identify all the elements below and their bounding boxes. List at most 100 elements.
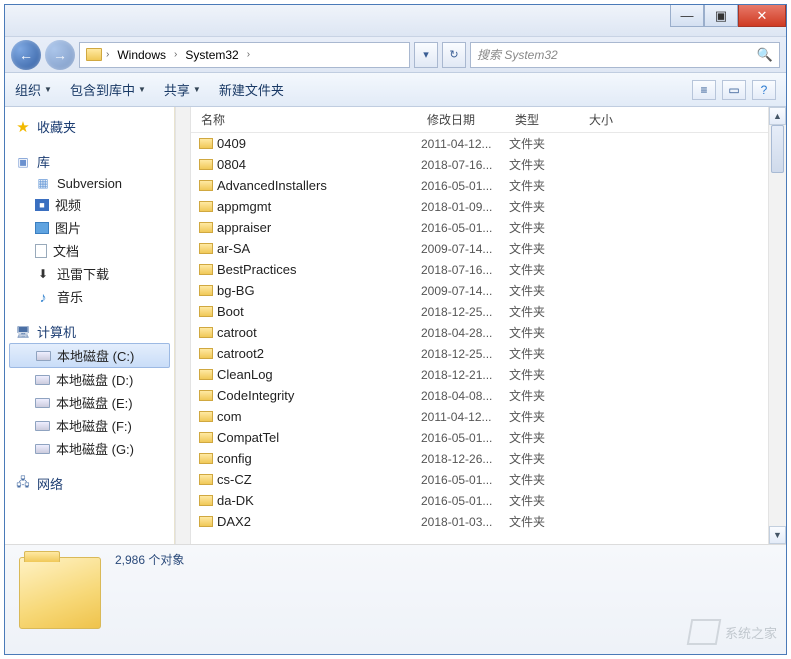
- sidebar-item-music[interactable]: ♪音乐: [5, 285, 174, 308]
- folder-preview-icon: [19, 557, 101, 629]
- breadcrumb-dropdown[interactable]: ▾: [414, 42, 438, 68]
- folder-icon: [199, 390, 213, 401]
- folder-icon: [199, 264, 213, 275]
- sidebar-item-label: 本地磁盘 (C:): [57, 346, 134, 365]
- sidebar-item-drive[interactable]: 本地磁盘 (G:): [5, 437, 174, 460]
- include-in-library-menu[interactable]: 包含到库中▼: [70, 80, 146, 99]
- sidebar-scrollbar[interactable]: [175, 107, 191, 544]
- search-input[interactable]: 搜索 System32 🔍: [470, 42, 780, 68]
- folder-icon: [199, 243, 213, 254]
- table-row[interactable]: CompatTel2016-05-01...文件夹: [195, 427, 768, 448]
- file-list[interactable]: 04092011-04-12...文件夹08042018-07-16...文件夹…: [191, 133, 768, 544]
- breadcrumb-segment[interactable]: System32: [181, 48, 242, 62]
- table-row[interactable]: catroot22018-12-25...文件夹: [195, 343, 768, 364]
- scroll-thumb[interactable]: [771, 125, 784, 173]
- explorer-window: — ▣ ✕ ← → › Windows › System32 › ▾ ↻ 搜索 …: [4, 4, 787, 655]
- file-list-pane: 名称 修改日期 类型 大小 04092011-04-12...文件夹080420…: [191, 107, 768, 544]
- preview-pane-button[interactable]: ▭: [722, 80, 746, 100]
- maximize-button[interactable]: ▣: [704, 5, 738, 27]
- view-mode-button[interactable]: ≡: [692, 80, 716, 100]
- sub-icon: ▦: [35, 175, 51, 191]
- vertical-scrollbar[interactable]: ▲ ▼: [768, 107, 786, 544]
- folder-icon: [199, 201, 213, 212]
- folder-icon: [199, 411, 213, 422]
- sidebar-item-label: 本地磁盘 (E:): [56, 393, 133, 412]
- table-row[interactable]: DAX22018-01-03...文件夹: [195, 511, 768, 532]
- table-row[interactable]: AdvancedInstallers2016-05-01...文件夹: [195, 175, 768, 196]
- status-text: 2,986 个对象: [115, 551, 184, 568]
- help-button[interactable]: ?: [752, 80, 776, 100]
- chevron-right-icon[interactable]: ›: [172, 49, 179, 60]
- scroll-down-button[interactable]: ▼: [769, 526, 786, 544]
- column-header-name[interactable]: 名称: [195, 111, 421, 128]
- table-row[interactable]: appraiser2016-05-01...文件夹: [195, 217, 768, 238]
- table-row[interactable]: cs-CZ2016-05-01...文件夹: [195, 469, 768, 490]
- folder-icon: [199, 285, 213, 296]
- network-icon: 🖧: [15, 476, 31, 492]
- table-row[interactable]: 04092011-04-12...文件夹: [195, 133, 768, 154]
- sidebar-favorites[interactable]: ★收藏夹: [5, 115, 174, 138]
- sidebar-computer[interactable]: 🖥计算机: [5, 320, 174, 343]
- table-row[interactable]: CleanLog2018-12-21...文件夹: [195, 364, 768, 385]
- file-name: cs-CZ: [217, 472, 421, 487]
- chevron-right-icon[interactable]: ›: [245, 49, 252, 60]
- breadcrumb-segment[interactable]: Windows: [113, 48, 170, 62]
- folder-icon: [199, 474, 213, 485]
- forward-button[interactable]: →: [45, 40, 75, 70]
- watermark: 系统之家: [689, 619, 777, 645]
- sidebar-item-dl[interactable]: ⬇迅雷下载: [5, 262, 174, 285]
- sidebar-item-img[interactable]: 图片: [5, 216, 174, 239]
- toolbar: 组织▼ 包含到库中▼ 共享▼ 新建文件夹 ≡ ▭ ?: [5, 73, 786, 107]
- file-type: 文件夹: [509, 240, 583, 257]
- column-header-type[interactable]: 类型: [509, 111, 583, 128]
- table-row[interactable]: com2011-04-12...文件夹: [195, 406, 768, 427]
- sidebar-item-drive[interactable]: 本地磁盘 (E:): [5, 391, 174, 414]
- sidebar-item-doc[interactable]: 文档: [5, 239, 174, 262]
- table-row[interactable]: CodeIntegrity2018-04-08...文件夹: [195, 385, 768, 406]
- sidebar-item-sub[interactable]: ▦Subversion: [5, 173, 174, 193]
- sidebar-network[interactable]: 🖧网络: [5, 472, 174, 495]
- sidebar-item-label: 本地磁盘 (G:): [56, 439, 134, 458]
- share-menu[interactable]: 共享▼: [164, 80, 201, 99]
- vid-icon: ■: [35, 199, 49, 211]
- file-date: 2009-07-14...: [421, 242, 509, 256]
- file-name: catroot: [217, 325, 421, 340]
- close-button[interactable]: ✕: [738, 5, 786, 27]
- navigation-pane: ★收藏夹 ▣库 ▦Subversion■视频图片文档⬇迅雷下载♪音乐 🖥计算机 …: [5, 107, 175, 544]
- file-type: 文件夹: [509, 282, 583, 299]
- file-type: 文件夹: [509, 366, 583, 383]
- file-name: da-DK: [217, 493, 421, 508]
- column-header-size[interactable]: 大小: [583, 111, 653, 128]
- table-row[interactable]: 08042018-07-16...文件夹: [195, 154, 768, 175]
- table-row[interactable]: da-DK2016-05-01...文件夹: [195, 490, 768, 511]
- table-row[interactable]: Boot2018-12-25...文件夹: [195, 301, 768, 322]
- organize-menu[interactable]: 组织▼: [15, 80, 52, 99]
- minimize-button[interactable]: —: [670, 5, 704, 27]
- sidebar-item-vid[interactable]: ■视频: [5, 193, 174, 216]
- search-icon[interactable]: 🔍: [757, 47, 773, 63]
- sidebar-item-label: 图片: [55, 218, 81, 237]
- table-row[interactable]: BestPractices2018-07-16...文件夹: [195, 259, 768, 280]
- sidebar-libraries[interactable]: ▣库: [5, 150, 174, 173]
- file-type: 文件夹: [509, 177, 583, 194]
- folder-icon: [199, 495, 213, 506]
- back-button[interactable]: ←: [11, 40, 41, 70]
- drive-icon: [35, 398, 50, 408]
- file-date: 2016-05-01...: [421, 179, 509, 193]
- sidebar-item-drive[interactable]: 本地磁盘 (C:): [9, 343, 170, 368]
- titlebar[interactable]: — ▣ ✕: [5, 5, 786, 37]
- scroll-up-button[interactable]: ▲: [769, 107, 786, 125]
- sidebar-item-drive[interactable]: 本地磁盘 (F:): [5, 414, 174, 437]
- breadcrumb[interactable]: › Windows › System32 ›: [79, 42, 410, 68]
- table-row[interactable]: catroot2018-04-28...文件夹: [195, 322, 768, 343]
- table-row[interactable]: config2018-12-26...文件夹: [195, 448, 768, 469]
- file-name: CleanLog: [217, 367, 421, 382]
- table-row[interactable]: appmgmt2018-01-09...文件夹: [195, 196, 768, 217]
- table-row[interactable]: bg-BG2009-07-14...文件夹: [195, 280, 768, 301]
- new-folder-button[interactable]: 新建文件夹: [219, 80, 284, 99]
- refresh-button[interactable]: ↻: [442, 42, 466, 68]
- table-row[interactable]: ar-SA2009-07-14...文件夹: [195, 238, 768, 259]
- column-header-date[interactable]: 修改日期: [421, 111, 509, 128]
- chevron-right-icon[interactable]: ›: [104, 49, 111, 60]
- sidebar-item-drive[interactable]: 本地磁盘 (D:): [5, 368, 174, 391]
